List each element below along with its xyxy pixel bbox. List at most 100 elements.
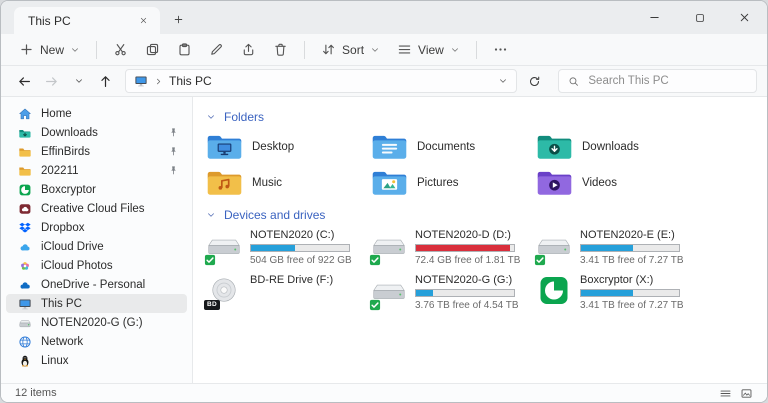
chevron-down-icon bbox=[206, 112, 216, 122]
details-view-icon[interactable] bbox=[719, 387, 732, 400]
drive-tile-d[interactable]: NOTEN2020-D (D:) 72.4 GB free of 1.81 TB bbox=[371, 228, 536, 266]
search-input[interactable] bbox=[586, 74, 747, 88]
drive-info: Boxcryptor (X:) 3.41 TB free of 7.27 TB bbox=[580, 273, 684, 311]
rename-button[interactable] bbox=[201, 37, 232, 62]
sidebar-item-label: 202211 bbox=[41, 165, 159, 177]
address-bar[interactable]: This PC bbox=[125, 69, 517, 93]
back-arrow-icon bbox=[17, 74, 32, 89]
folders-grid: Desktop Documents Downloads Music Pictur… bbox=[206, 130, 767, 202]
chevron-down-icon bbox=[70, 45, 80, 55]
drive-free-space: 3.41 TB free of 7.27 TB bbox=[580, 255, 684, 266]
chevron-down-icon bbox=[74, 76, 84, 86]
drive-info: NOTEN2020-G (G:) 3.76 TB free of 4.54 TB bbox=[415, 273, 519, 311]
capacity-bar-fill bbox=[581, 290, 633, 296]
sidebar-item-202211[interactable]: 202211 bbox=[6, 161, 187, 180]
sidebar-item-network[interactable]: Network bbox=[6, 332, 187, 351]
close-button[interactable] bbox=[722, 1, 767, 34]
drive-tile-e[interactable]: NOTEN2020-E (E:) 3.41 TB free of 7.27 TB bbox=[536, 228, 701, 266]
refresh-button[interactable] bbox=[521, 69, 548, 94]
devices-section-header[interactable]: Devices and drives bbox=[206, 206, 767, 223]
pin-icon bbox=[168, 165, 179, 176]
drive-icon-wrap bbox=[536, 228, 572, 266]
cut-button[interactable] bbox=[105, 37, 136, 62]
copy-button[interactable] bbox=[137, 37, 168, 62]
pin-icon bbox=[168, 127, 179, 138]
chevron-down-icon[interactable] bbox=[498, 76, 508, 86]
sidebar-item-label: Creative Cloud Files bbox=[41, 203, 179, 215]
thumbnails-view-icon[interactable] bbox=[740, 387, 753, 400]
minimize-button[interactable] bbox=[632, 1, 677, 34]
drive-free-space: 3.41 TB free of 7.27 TB bbox=[580, 300, 684, 311]
recent-locations-button[interactable] bbox=[65, 69, 92, 94]
folder-name: Pictures bbox=[417, 177, 459, 189]
desktop-folder-icon bbox=[206, 132, 243, 161]
bd-badge: BD bbox=[204, 300, 220, 310]
chevron-down-icon bbox=[370, 45, 380, 55]
folders-section-header[interactable]: Folders bbox=[206, 108, 767, 125]
new-tab-button[interactable] bbox=[166, 7, 190, 31]
sidebar-item-noten2020-g[interactable]: NOTEN2020-G (G:) bbox=[6, 313, 187, 332]
folder-tile-videos[interactable]: Videos bbox=[536, 166, 701, 199]
tab-this-pc[interactable]: This PC bbox=[14, 7, 160, 34]
folder-tile-downloads[interactable]: Downloads bbox=[536, 130, 701, 163]
folder-tile-music[interactable]: Music bbox=[206, 166, 371, 199]
plus-icon bbox=[19, 42, 34, 57]
delete-button[interactable] bbox=[265, 37, 296, 62]
folder-tile-desktop[interactable]: Desktop bbox=[206, 130, 371, 163]
breadcrumb-location[interactable]: This PC bbox=[169, 74, 212, 88]
paste-button[interactable] bbox=[169, 37, 200, 62]
folder-icon bbox=[18, 145, 32, 159]
folder-tile-pictures[interactable]: Pictures bbox=[371, 166, 536, 199]
sidebar-item-effinbirds[interactable]: EffinBirds bbox=[6, 142, 187, 161]
maximize-button[interactable] bbox=[677, 1, 722, 34]
drive-tile-f-bdre[interactable]: BD BD-RE Drive (F:) bbox=[206, 273, 371, 311]
sidebar-item-this-pc[interactable]: This PC bbox=[6, 294, 187, 313]
capacity-bar bbox=[415, 289, 515, 297]
chevron-right-icon bbox=[154, 77, 163, 86]
navigation-pane: Home Downloads EffinBirds 202211 Boxcryp… bbox=[1, 97, 193, 383]
file-explorer-window: This PC New Sort View bbox=[0, 0, 768, 403]
sidebar-item-icloud-drive[interactable]: iCloud Drive bbox=[6, 237, 187, 256]
trash-icon bbox=[273, 42, 288, 57]
drive-tile-x-boxcryptor[interactable]: Boxcryptor (X:) 3.41 TB free of 7.27 TB bbox=[536, 273, 701, 311]
search-box[interactable] bbox=[558, 69, 757, 93]
sidebar-item-label: NOTEN2020-G (G:) bbox=[41, 317, 179, 329]
status-bar: 12 items bbox=[1, 383, 767, 402]
section-title: Folders bbox=[224, 110, 264, 124]
new-button[interactable]: New bbox=[11, 37, 88, 62]
capacity-bar-fill bbox=[416, 245, 510, 251]
command-bar: New Sort View bbox=[1, 34, 767, 66]
sidebar-item-home[interactable]: Home bbox=[6, 104, 187, 123]
view-button[interactable]: View bbox=[389, 37, 468, 62]
forward-button[interactable] bbox=[38, 69, 65, 94]
sidebar-item-linux[interactable]: Linux bbox=[6, 351, 187, 370]
chevron-down-icon bbox=[206, 210, 216, 220]
more-options-button[interactable] bbox=[485, 37, 516, 62]
drive-free-space: 3.76 TB free of 4.54 TB bbox=[415, 300, 519, 311]
drive-tile-g[interactable]: NOTEN2020-G (G:) 3.76 TB free of 4.54 TB bbox=[371, 273, 536, 311]
sidebar-item-boxcryptor[interactable]: Boxcryptor bbox=[6, 180, 187, 199]
sidebar-item-downloads[interactable]: Downloads bbox=[6, 123, 187, 142]
sidebar-item-icloud-photos[interactable]: iCloud Photos bbox=[6, 256, 187, 275]
sidebar-item-label: Home bbox=[41, 108, 179, 120]
videos-folder-icon bbox=[536, 168, 573, 197]
sort-button[interactable]: Sort bbox=[313, 37, 388, 62]
share-button[interactable] bbox=[233, 37, 264, 62]
up-button[interactable] bbox=[92, 69, 119, 94]
sidebar-item-label: OneDrive - Personal bbox=[41, 279, 179, 291]
sidebar-item-onedrive[interactable]: OneDrive - Personal bbox=[6, 275, 187, 294]
boxcryptor-drive-icon bbox=[536, 276, 572, 305]
drive-tile-c[interactable]: NOTEN2020 (C:) 504 GB free of 922 GB bbox=[206, 228, 371, 266]
back-button[interactable] bbox=[11, 69, 38, 94]
capacity-bar bbox=[250, 244, 350, 252]
tab-close-button[interactable] bbox=[134, 12, 152, 30]
folder-tile-documents[interactable]: Documents bbox=[371, 130, 536, 163]
scissors-icon bbox=[113, 42, 128, 57]
up-arrow-icon bbox=[98, 74, 113, 89]
toolbar-divider bbox=[96, 41, 97, 59]
sidebar-item-creative-cloud-files[interactable]: Creative Cloud Files bbox=[6, 199, 187, 218]
sidebar-item-dropbox[interactable]: Dropbox bbox=[6, 218, 187, 237]
icloud-photos-icon bbox=[18, 259, 32, 273]
drive-icon-wrap bbox=[536, 273, 572, 311]
view-icon bbox=[397, 42, 412, 57]
